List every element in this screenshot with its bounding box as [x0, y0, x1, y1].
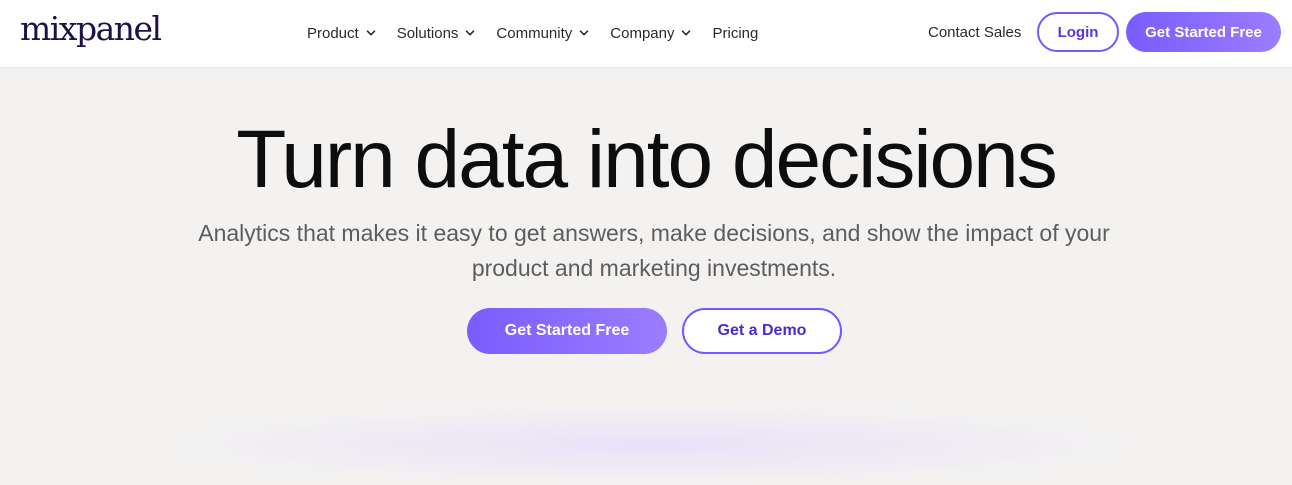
get-started-button[interactable]: Get Started Free [1126, 12, 1281, 52]
hero-subtitle: Analytics that makes it easy to get answ… [198, 220, 1110, 281]
chevron-down-icon [682, 30, 691, 36]
nav-item-community[interactable]: Community [496, 25, 589, 42]
get-demo-button[interactable]: Get a Demo [682, 308, 842, 354]
chevron-down-icon [466, 30, 475, 36]
nav-item-label: Company [610, 24, 675, 42]
main-nav: Product Solutions Community Company Pric… [307, 22, 758, 44]
mixpanel-logo[interactable]: mixpanel [20, 9, 162, 49]
nav-item-label: Community [496, 24, 573, 42]
top-navigation-bar: mixpanel Product Solutions Community Com… [0, 0, 1292, 68]
contact-sales-link[interactable]: Contact Sales [928, 22, 1021, 44]
nav-item-product[interactable]: Product [307, 25, 376, 42]
nav-item-pricing[interactable]: Pricing [712, 25, 758, 42]
chevron-down-icon [579, 30, 589, 36]
background-glow [150, 405, 1150, 485]
nav-item-label: Product [307, 24, 359, 42]
nav-item-label: Pricing [712, 24, 759, 42]
hero-get-started-button[interactable]: Get Started Free [467, 308, 667, 354]
login-button[interactable]: Login [1037, 12, 1119, 52]
nav-item-label: Solutions [396, 24, 459, 42]
chevron-down-icon [366, 30, 376, 36]
hero-title: Turn data into decisions [236, 114, 1058, 205]
nav-item-company[interactable]: Company [610, 25, 691, 42]
nav-item-solutions[interactable]: Solutions [397, 25, 476, 42]
